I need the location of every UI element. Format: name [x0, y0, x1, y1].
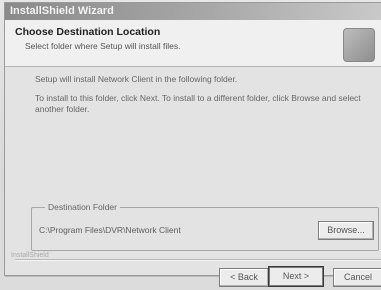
back-button[interactable]: < Back: [219, 268, 269, 287]
setup-computer-icon: [343, 28, 375, 62]
destination-folder-path: C:\Program Files\DVR\Network Client: [39, 225, 181, 235]
page-title: Choose Destination Location: [15, 26, 161, 38]
wizard-header: Choose Destination Location Select folde…: [5, 20, 381, 67]
install-location-text: Setup will install Network Client in the…: [35, 74, 238, 84]
next-button[interactable]: Next >: [268, 266, 324, 287]
cancel-button[interactable]: Cancel: [333, 268, 381, 287]
install-instructions-text: To install to this folder, click Next. T…: [35, 93, 361, 114]
title-bar: InstallShield Wizard: [5, 3, 381, 20]
destination-folder-label: Destination Folder: [45, 202, 120, 212]
footer-separator: [15, 259, 381, 261]
installshield-wizard-window: InstallShield Wizard Choose Destination …: [4, 2, 381, 287]
page-subtitle: Select folder where Setup will install f…: [25, 41, 181, 51]
installshield-brand-label: InstallShield: [11, 252, 52, 259]
browse-button[interactable]: Browse...: [318, 221, 374, 240]
